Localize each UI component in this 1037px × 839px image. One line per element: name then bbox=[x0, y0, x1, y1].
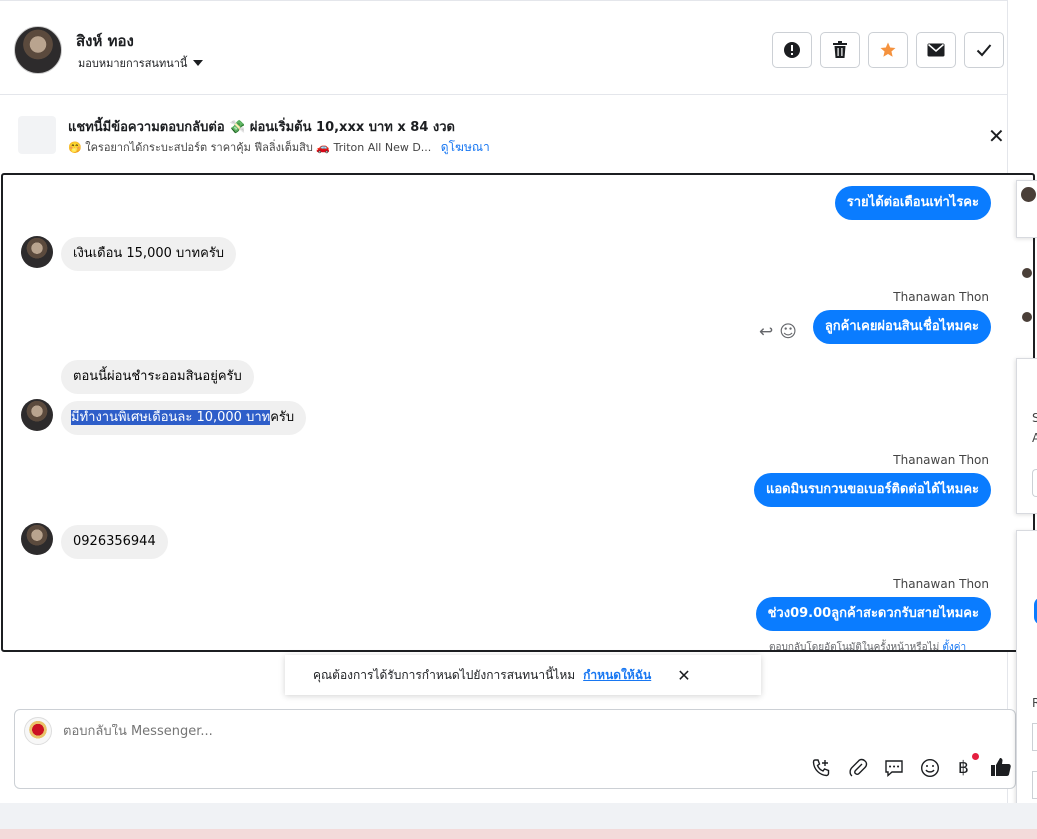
notification-dot bbox=[972, 753, 979, 760]
avatar[interactable] bbox=[1022, 312, 1032, 322]
sender-name: Thanawan Thon bbox=[893, 577, 989, 591]
message-composer: ฿ bbox=[14, 709, 1016, 789]
mark-done-button[interactable] bbox=[964, 32, 1004, 68]
selected-text: มีทำงานพิเศษเดือนละ 10,000 บาท bbox=[71, 410, 271, 425]
taskbar-strip bbox=[0, 829, 1037, 839]
sender-name: Thanawan Thon bbox=[893, 290, 989, 304]
star-icon bbox=[880, 42, 896, 57]
attach-icon[interactable] bbox=[848, 758, 868, 783]
assign-conversation-dropdown[interactable]: มอบหมายการสนทนานี้ bbox=[78, 54, 204, 72]
side-panel-middle: S A bbox=[1016, 358, 1037, 514]
trash-icon bbox=[833, 41, 847, 58]
side-button[interactable] bbox=[1032, 469, 1037, 497]
contact-avatar[interactable] bbox=[14, 26, 62, 74]
side-text: A bbox=[1032, 431, 1037, 445]
page-avatar bbox=[24, 717, 52, 745]
incoming-message[interactable]: มีทำงานพิเศษเดือนละ 10,000 บาทครับ bbox=[61, 401, 307, 435]
assign-to-me-link[interactable]: กำหนดให้ฉัน bbox=[583, 666, 651, 685]
auto-reply-settings-link[interactable]: ตั้งค่า bbox=[942, 642, 966, 650]
reply-input[interactable] bbox=[63, 724, 763, 739]
mail-icon bbox=[927, 43, 945, 57]
message-thread[interactable]: รายได้ต่อเดือนเท่าไรคะ เงินเดือน 15,000 … bbox=[1, 173, 1035, 652]
toast-text: คุณต้องการได้รับการกำหนดไปยังการสนทนานี้… bbox=[313, 667, 576, 682]
payment-baht-icon[interactable]: ฿ bbox=[958, 758, 969, 778]
outgoing-message[interactable]: แอดมินรบกวนขอเบอร์ติดต่อได้ไหมคะ bbox=[753, 473, 991, 507]
side-field[interactable] bbox=[1032, 723, 1037, 751]
chevron-down-icon bbox=[193, 60, 204, 66]
delete-button[interactable] bbox=[820, 32, 860, 68]
emoji-icon[interactable] bbox=[920, 758, 940, 783]
contact-avatar-small[interactable] bbox=[21, 236, 53, 268]
reply-icon[interactable]: ↩ bbox=[759, 322, 773, 342]
side-panel-top bbox=[1016, 180, 1037, 238]
mark-unread-button[interactable] bbox=[916, 32, 956, 68]
star-button[interactable] bbox=[868, 32, 908, 68]
assign-suggestion-toast: คุณต้องการได้รับการกำหนดไปยังการสนทนานี้… bbox=[285, 655, 761, 695]
auto-reply-text: ตอบกลับโดยอัตโนมัติในครั้งหน้าหรือไม่ bbox=[769, 642, 940, 652]
outgoing-message[interactable]: ลูกค้าเคยผ่อนสินเชื่อไหมคะ bbox=[812, 310, 991, 344]
phone-add-icon[interactable] bbox=[811, 758, 831, 783]
incoming-message[interactable]: 0926356944 bbox=[61, 525, 168, 559]
ad-context-banner: แชทนี้มีข้อความตอบกลับต่อ 💸 ผ่อนเริ่มต้น… bbox=[0, 96, 1008, 173]
contact-name[interactable]: สิงห์ ทอง bbox=[76, 29, 134, 53]
close-icon[interactable]: ✕ bbox=[677, 666, 690, 685]
message-actions: ↩ ☺ bbox=[759, 322, 797, 342]
ad-description: 🤭 ใครอยากได้กระบะสปอร์ต ราคาคุ้ม ฟีลลิ่ง… bbox=[68, 141, 432, 154]
contact-avatar-small[interactable] bbox=[21, 399, 53, 431]
emoji-react-icon[interactable]: ☺ bbox=[779, 322, 797, 342]
ad-thumbnail bbox=[18, 116, 56, 154]
conversation-header: สิงห์ ทอง มอบหมายการสนทนานี้ bbox=[0, 1, 1008, 95]
side-field[interactable] bbox=[1032, 771, 1037, 799]
ad-subtitle: 🤭 ใครอยากได้กระบะสปอร์ต ราคาคุ้ม ฟีลลิ่ง… bbox=[68, 138, 490, 157]
outgoing-message[interactable]: รายได้ต่อเดือนเท่าไรคะ bbox=[834, 186, 991, 220]
avatar[interactable] bbox=[1021, 187, 1036, 202]
side-text: R bbox=[1032, 696, 1037, 710]
mark-spam-button[interactable] bbox=[772, 32, 812, 68]
saved-replies-icon[interactable] bbox=[884, 758, 904, 783]
outgoing-message[interactable]: ช่วง09.00ลูกค้าสะดวกรับสายไหมคะ bbox=[755, 597, 991, 631]
message-text: ครับ bbox=[270, 410, 295, 425]
auto-reply-prompt: ตอบกลับโดยอัตโนมัติในครั้งหน้าหรือไม่ ตั… bbox=[769, 640, 966, 652]
alert-icon bbox=[784, 42, 800, 58]
check-icon bbox=[976, 44, 992, 57]
ad-title: แชทนี้มีข้อความตอบกลับต่อ 💸 ผ่อนเริ่มต้น… bbox=[68, 120, 456, 135]
assign-label: มอบหมายการสนทนานี้ bbox=[78, 57, 188, 70]
close-icon[interactable]: ✕ bbox=[988, 124, 1005, 148]
incoming-message[interactable]: ตอนนี้ผ่อนชำระออมสินอยู่ครับ bbox=[61, 360, 254, 394]
incoming-message[interactable]: เงินเดือน 15,000 บาทครับ bbox=[61, 237, 237, 271]
like-icon[interactable] bbox=[990, 756, 1012, 783]
view-ad-link[interactable]: ดูโฆษณา bbox=[441, 140, 490, 154]
contact-avatar-small[interactable] bbox=[21, 523, 53, 555]
side-panel-bottom: R bbox=[1016, 530, 1037, 814]
avatar[interactable] bbox=[1022, 268, 1032, 278]
side-text: S bbox=[1032, 411, 1037, 425]
sender-name: Thanawan Thon bbox=[893, 453, 989, 467]
